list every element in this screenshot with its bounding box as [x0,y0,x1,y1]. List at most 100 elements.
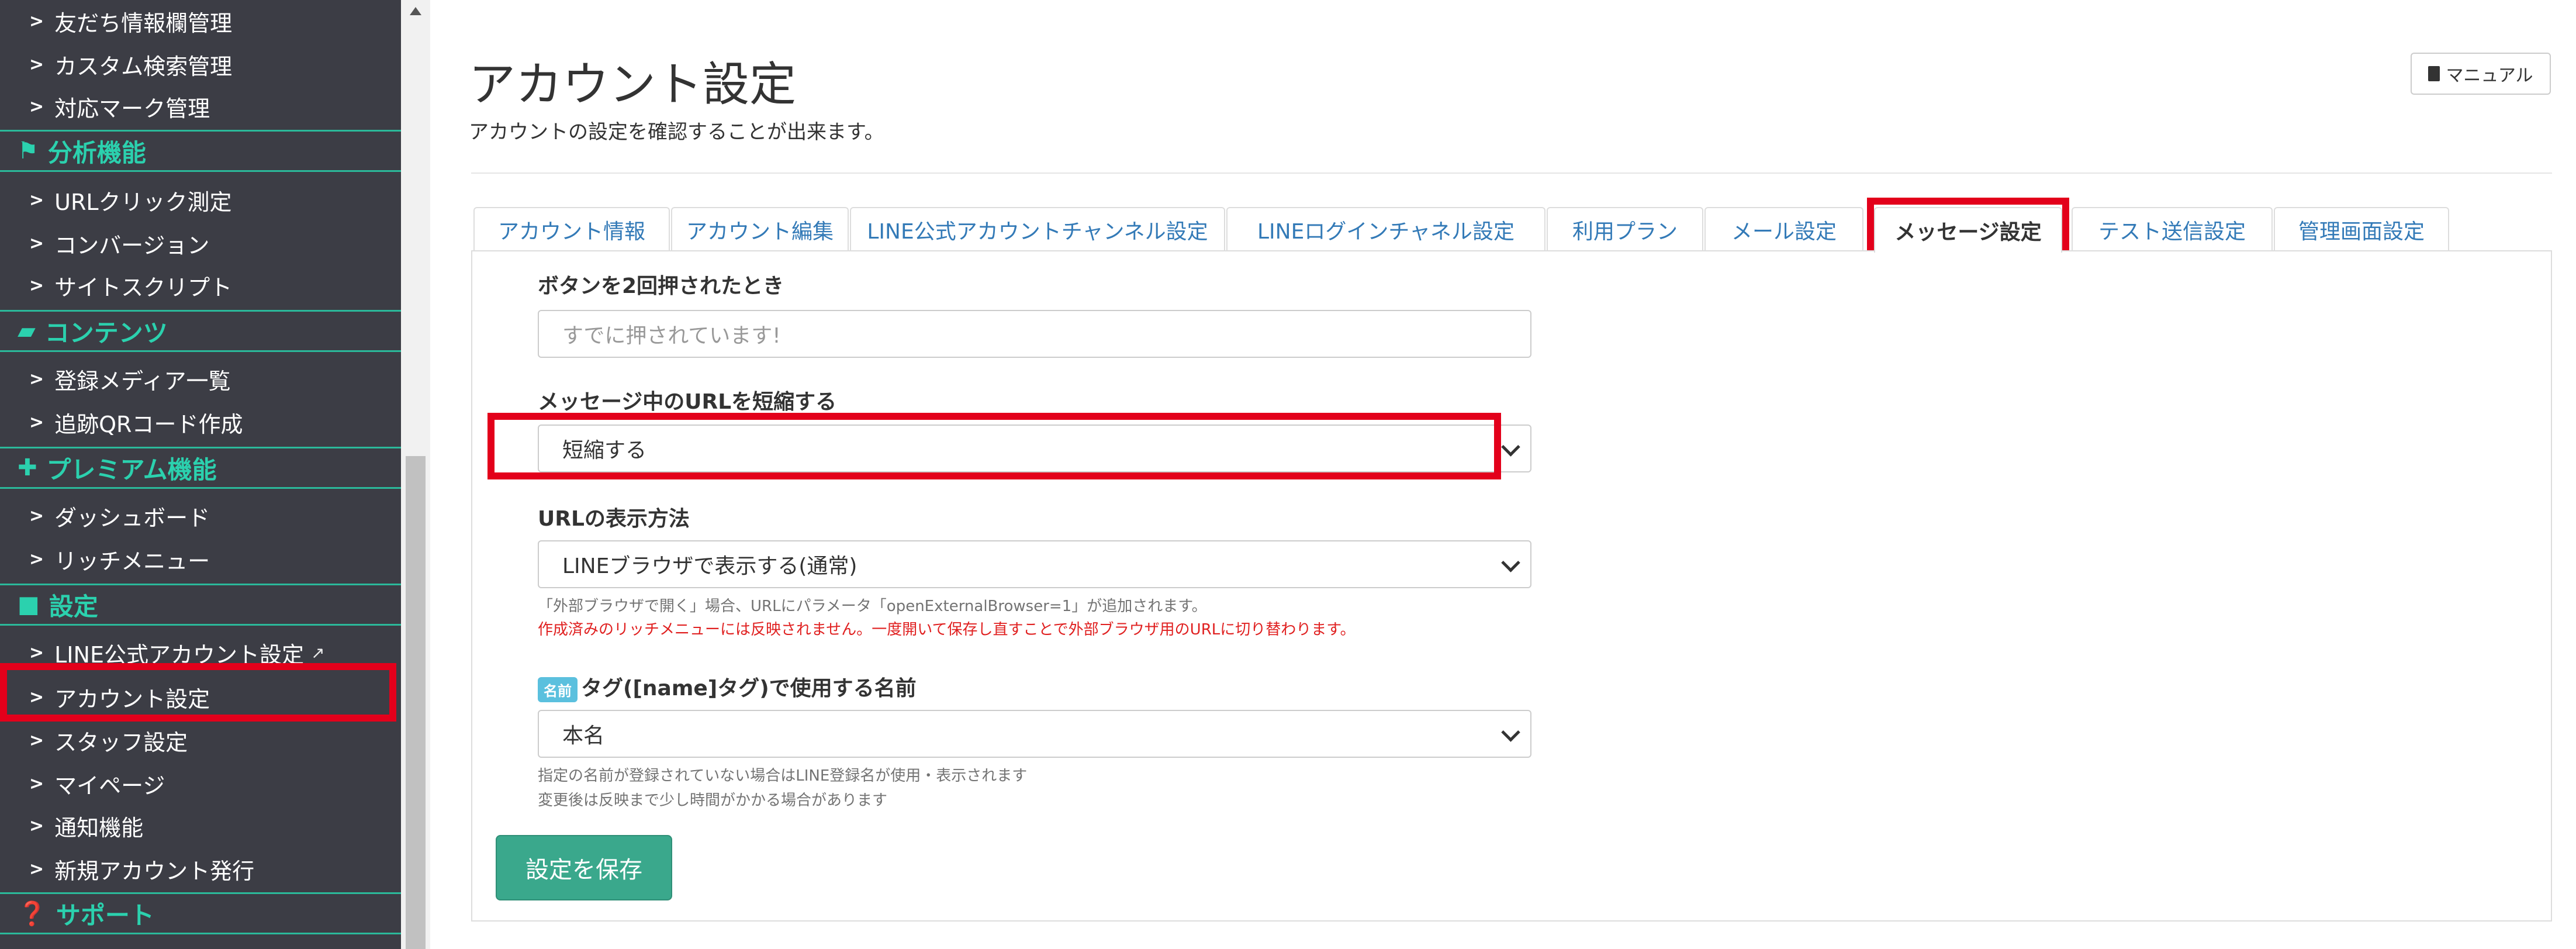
book-icon [2428,66,2440,81]
sidebar-item-label: リッチメニュー [54,548,210,574]
sidebar-item-label: サイトスクリプト [54,274,233,301]
name-tag-label-text: タグ([name]タグ)で使用する名前 [581,677,917,700]
chevron-right-icon: > [29,642,44,663]
page-description: アカウントの設定を確認することが出来ます。 [469,120,884,144]
sidebar-item-label: LINE公式アカウント設定 [54,641,304,668]
sidebar-item-site-script[interactable]: > サイトスクリプト [0,264,401,306]
chevron-right-icon: > [29,96,44,117]
placeholder-text: すでに押されています! [562,324,781,348]
main-content: アカウント設定 アカウントの設定を確認することが出来ます。 マニュアル アカウン… [430,0,2576,949]
chevron-right-icon: > [29,275,44,296]
tab-line-login-channel[interactable]: LINEログインチャネル設定 [1226,207,1545,251]
selected-value: 短縮する [562,439,647,463]
url-display-help: 「外部ブラウザで開く」場合、URLにパラメータ「openExternalBrow… [538,598,1207,615]
url-display-select[interactable]: LINEブラウザで表示する(通常) [538,540,1531,588]
page-title: アカウント設定 [469,57,796,112]
tab-label: メッセージ設定 [1894,220,2042,244]
tab-label: 管理画面設定 [2298,220,2425,244]
sidebar-item-staff[interactable]: > スタッフ設定 [0,719,401,761]
sidebar-item-label: カスタム検索管理 [54,53,233,80]
chevron-right-icon: > [29,686,44,708]
chevron-right-icon: > [29,189,44,210]
comment-icon: ■ [18,591,40,618]
shorten-url-select[interactable]: 短縮する [538,425,1531,472]
scrollbar-thumb[interactable] [406,456,426,949]
manual-button[interactable]: マニュアル [2411,53,2551,95]
save-button-label: 設定を保存 [525,857,642,884]
chevron-right-icon: > [29,412,44,433]
sidebar-section-support[interactable]: ❓ サポート [0,892,401,934]
sidebar: > 友だち情報欄管理 > カスタム検索管理 > 対応マーク管理 ⚑ 分析機能 >… [0,0,401,949]
sidebar-item-label: コンバージョン [54,232,210,258]
sidebar-item-label: マイページ [54,772,165,799]
flag-icon: ⚑ [18,137,39,164]
chevron-right-icon: > [29,773,44,794]
section-title: コンテンツ [44,318,168,347]
sidebar-item-label: スタッフ設定 [54,729,188,755]
chevron-down-icon [1501,723,1520,742]
save-button[interactable]: 設定を保存 [496,835,672,900]
gift-icon: ✚ [18,454,37,481]
tab-mail-settings[interactable]: メール設定 [1704,207,1863,251]
sidebar-scrollbar[interactable] [401,0,430,949]
tab-plan[interactable]: 利用プラン [1547,207,1703,251]
sidebar-item-rich-menu[interactable]: > リッチメニュー [0,538,401,580]
name-tag-select[interactable]: 本名 [538,710,1531,758]
sidebar-item-qr-code[interactable]: > 追跡QRコード作成 [0,401,401,443]
divider [471,172,2552,174]
url-display-warning: 作成済みのリッチメニューには反映されません。一度開いて保存し直すことで外部ブラウ… [538,621,1356,639]
manual-label: マニュアル [2446,65,2533,86]
double-click-input[interactable]: すでに押されています! [538,310,1531,358]
sidebar-item-media-list[interactable]: > 登録メディア一覧 [0,358,401,400]
tab-message-settings[interactable]: メッセージ設定 [1874,207,2062,253]
chevron-right-icon: > [29,730,44,751]
sidebar-item-url-click[interactable]: > URLクリック測定 [0,179,401,221]
sidebar-item-account-settings[interactable]: > アカウント設定 [0,676,401,718]
sidebar-item-label: ダッシュボード [54,505,210,531]
sidebar-item-mypage[interactable]: > マイページ [0,762,401,805]
name-tag-help-2: 変更後は反映まで少し時間がかかる場合があります [538,792,888,809]
section-title: プレミアム機能 [46,455,217,484]
double-click-label: ボタンを2回押されたとき [538,274,784,298]
tab-account-edit[interactable]: アカウント編集 [671,207,849,251]
chevron-right-icon: > [29,548,44,570]
sidebar-item-friend-info[interactable]: > 友だち情報欄管理 [0,0,401,42]
tab-line-official-channel[interactable]: LINE公式アカウントチャンネル設定 [850,207,1225,251]
sidebar-item-label: 友だち情報欄管理 [54,10,233,36]
sidebar-item-new-account[interactable]: > 新規アカウント発行 [0,848,401,890]
name-tag-help-1: 指定の名前が登録されていない場合はLINE登録名が使用・表示されます [538,767,1028,785]
chevron-right-icon: > [29,815,44,836]
scroll-up-icon[interactable] [410,7,421,15]
tab-test-send[interactable]: テスト送信設定 [2072,207,2273,251]
tab-admin-settings[interactable]: 管理画面設定 [2274,207,2449,251]
tab-label: メール設定 [1731,220,1837,244]
sidebar-item-mark[interactable]: > 対応マーク管理 [0,85,401,127]
tab-label: LINE公式アカウントチャンネル設定 [867,220,1208,244]
chevron-down-icon [1501,553,1520,572]
section-title: サポート [56,900,154,930]
sidebar-item-label: 対応マーク管理 [54,95,210,122]
selected-value: LINEブラウザで表示する(通常) [562,554,857,578]
sidebar-section-premium: ✚ プレミアム機能 [0,447,401,489]
sidebar-item-label: 登録メディア一覧 [54,368,231,394]
chevron-right-icon: > [29,858,44,879]
sidebar-item-dashboard[interactable]: > ダッシュボード [0,495,401,537]
section-title: 分析機能 [47,138,146,167]
chevron-right-icon: > [29,368,44,389]
sidebar-item-label: 新規アカウント発行 [54,858,255,884]
chevron-right-icon: > [29,54,44,75]
sidebar-item-label: 追跡QRコード作成 [54,411,243,437]
sidebar-section-analytics: ⚑ 分析機能 [0,130,401,172]
chevron-down-icon [1501,437,1520,457]
sidebar-item-custom-search[interactable]: > カスタム検索管理 [0,43,401,85]
tab-label: LINEログインチャネル設定 [1257,220,1515,244]
sidebar-item-line-official[interactable]: > LINE公式アカウント設定 ↗ [0,631,401,674]
name-tag-label: 名前 タグ([name]タグ)で使用する名前 [538,671,917,702]
tab-account-info[interactable]: アカウント情報 [473,207,670,251]
sidebar-section-contents: ▰ コンテンツ [0,310,401,352]
tab-label: アカウント編集 [686,220,834,244]
sidebar-item-conversion[interactable]: > コンバージョン [0,222,401,264]
sidebar-item-notifications[interactable]: > 通知機能 [0,805,401,847]
name-badge: 名前 [538,677,578,702]
chevron-right-icon: > [29,505,44,526]
